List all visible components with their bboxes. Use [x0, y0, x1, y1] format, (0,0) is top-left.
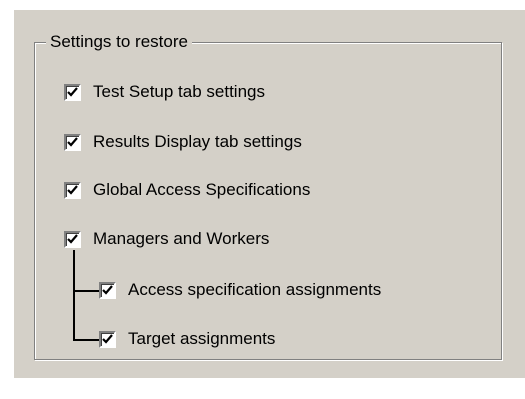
checkmark-icon [102, 284, 113, 295]
tree-connector-vertical [73, 250, 75, 341]
checkmark-icon [67, 86, 78, 97]
tree-connector-branch-1 [73, 290, 99, 292]
top-edge [0, 0, 525, 10]
option-results-display-tab-settings[interactable]: Results Display tab settings [64, 130, 302, 154]
test-setup-label: Test Setup tab settings [93, 82, 265, 101]
test-setup-checkbox[interactable] [64, 83, 81, 101]
checkmark-icon [102, 333, 113, 344]
checkmark-icon [67, 233, 78, 244]
option-global-access-specifications[interactable]: Global Access Specifications [64, 178, 310, 202]
settings-dialog-body: Settings to restore Test Setup tab setti… [0, 0, 525, 399]
results-display-label: Results Display tab settings [93, 132, 302, 151]
managers-workers-checkbox[interactable] [64, 230, 81, 248]
checkmark-icon [67, 136, 78, 147]
option-test-setup-tab-settings[interactable]: Test Setup tab settings [64, 80, 265, 104]
option-managers-and-workers[interactable]: Managers and Workers [64, 227, 269, 251]
global-access-checkbox[interactable] [64, 181, 81, 199]
managers-workers-label: Managers and Workers [93, 229, 270, 248]
bottom-edge [0, 378, 525, 399]
access-assignments-checkbox[interactable] [99, 281, 116, 299]
left-edge [0, 0, 14, 399]
tree-connector-branch-2 [73, 339, 99, 341]
option-target-assignments[interactable]: Target assignments [99, 327, 275, 351]
global-access-label: Global Access Specifications [93, 180, 311, 199]
results-display-checkbox[interactable] [64, 133, 81, 151]
option-access-specification-assignments[interactable]: Access specification assignments [99, 278, 381, 302]
target-assignments-label: Target assignments [128, 329, 276, 348]
access-assignments-label: Access specification assignments [128, 280, 382, 299]
checkmark-icon [67, 184, 78, 195]
target-assignments-checkbox[interactable] [99, 330, 116, 348]
groupbox-label: Settings to restore [46, 31, 192, 53]
